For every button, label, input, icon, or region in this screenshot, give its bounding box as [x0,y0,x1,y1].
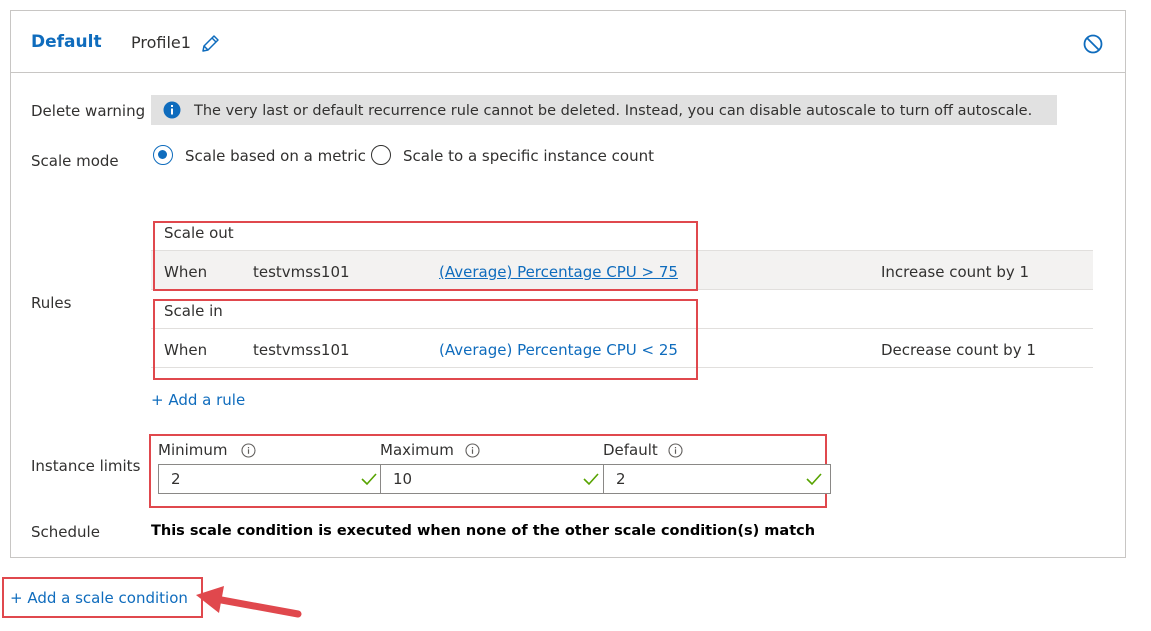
minimum-input[interactable]: 2 [158,464,386,494]
info-icon [163,101,181,119]
default-value: 2 [616,470,626,488]
add-scale-condition-link[interactable]: + Add a scale condition [10,589,188,607]
check-icon [806,473,822,486]
info-icon[interactable] [241,443,256,458]
info-icon[interactable] [465,443,480,458]
radio-scale-metric[interactable] [153,145,173,165]
pencil-icon[interactable] [199,33,221,55]
check-icon [361,473,377,486]
highlight-box [153,299,698,380]
check-icon [583,473,599,486]
minimum-value: 2 [171,470,181,488]
instance-limits-label: Instance limits [31,457,141,475]
radio-scale-instance-count-label[interactable]: Scale to a specific instance count [403,147,654,165]
rules-label: Rules [31,294,72,312]
scale-mode-label: Scale mode [31,152,119,170]
scale-in-action: Decrease count by 1 [881,341,1036,359]
arrow-annotation [196,586,302,618]
tab-default[interactable]: Default [31,32,102,52]
maximum-input[interactable]: 10 [380,464,608,494]
default-label: Default [603,441,658,459]
profile-name: Profile1 [131,33,191,52]
disable-icon[interactable] [1082,33,1104,55]
maximum-value: 10 [393,470,413,488]
add-rule-link[interactable]: + Add a rule [151,391,245,409]
delete-warning-label: Delete warning [31,102,146,120]
schedule-text: This scale condition is executed when no… [151,523,816,539]
highlight-box [153,221,698,291]
scale-out-action: Increase count by 1 [881,263,1030,281]
radio-scale-instance-count[interactable] [371,145,391,165]
default-input[interactable]: 2 [603,464,831,494]
radio-scale-metric-label[interactable]: Scale based on a metric [185,147,366,165]
maximum-label: Maximum [380,441,454,459]
delete-warning-text: The very last or default recurrence rule… [194,103,1033,119]
info-icon[interactable] [668,443,683,458]
minimum-label: Minimum [158,441,228,459]
schedule-label: Schedule [31,523,100,541]
